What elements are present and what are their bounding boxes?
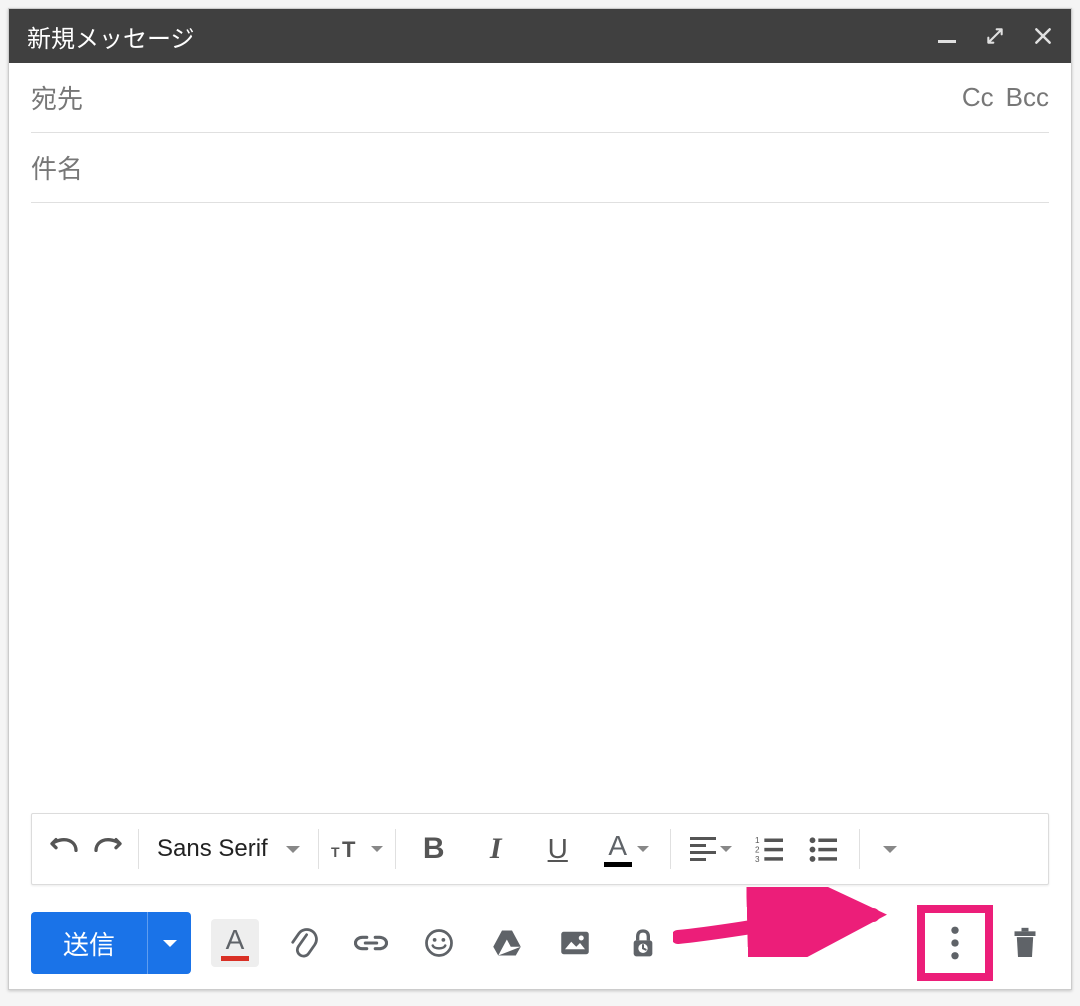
header-fields: 宛先 Cc Bcc 件名 <box>9 63 1071 203</box>
more-formatting-button[interactable] <box>868 827 912 871</box>
redo-button[interactable] <box>86 827 130 871</box>
attach-file-button[interactable] <box>279 919 327 967</box>
trash-icon <box>1011 927 1039 959</box>
confidential-mode-button[interactable] <box>619 919 667 967</box>
close-button[interactable] <box>1033 26 1053 46</box>
confidential-icon <box>627 927 659 959</box>
undo-icon <box>48 833 80 865</box>
numbered-list-button[interactable]: 123 <box>747 827 791 871</box>
bold-button[interactable]: B <box>412 827 456 871</box>
formatting-toggle-button[interactable]: A <box>211 919 259 967</box>
underline-button[interactable]: U <box>536 827 580 871</box>
cc-button[interactable]: Cc <box>962 82 994 113</box>
chevron-down-icon <box>883 846 897 853</box>
chevron-down-icon <box>720 846 732 852</box>
redo-icon <box>92 833 124 865</box>
align-left-icon <box>690 837 716 861</box>
bulleted-list-button[interactable] <box>801 827 845 871</box>
numbered-list-icon: 123 <box>754 835 784 863</box>
insert-drive-button[interactable] <box>483 919 531 967</box>
minimize-button[interactable] <box>937 26 957 46</box>
align-button[interactable] <box>685 827 737 871</box>
text-color-button[interactable]: A <box>598 827 654 871</box>
svg-text:T: T <box>342 837 356 862</box>
emoji-icon <box>424 928 454 958</box>
underline-icon: U <box>548 833 568 865</box>
undo-button[interactable] <box>42 827 86 871</box>
subject-label: 件名 <box>31 149 83 186</box>
chevron-down-icon <box>286 846 300 853</box>
to-label: 宛先 <box>31 79 83 116</box>
link-icon <box>354 933 388 953</box>
formatting-toolbar: Sans Serif TT B I U A <box>31 813 1049 885</box>
window-controls <box>937 26 1053 46</box>
minimize-icon <box>938 40 956 43</box>
send-options-button[interactable] <box>147 912 191 974</box>
svg-text:T: T <box>331 844 340 860</box>
font-family-select[interactable]: Sans Serif <box>147 835 310 863</box>
message-body[interactable] <box>9 203 1071 813</box>
bold-icon: B <box>423 832 445 866</box>
chevron-down-icon <box>163 940 177 947</box>
send-button[interactable]: 送信 <box>31 912 147 974</box>
font-family-label: Sans Serif <box>157 835 268 863</box>
paperclip-icon <box>288 926 318 960</box>
formatting-icon: A <box>220 926 250 961</box>
bulleted-list-icon <box>808 835 838 863</box>
to-field-row[interactable]: 宛先 Cc Bcc <box>31 63 1049 133</box>
window-title: 新規メッセージ <box>27 19 937 54</box>
insert-emoji-button[interactable] <box>415 919 463 967</box>
insert-link-button[interactable] <box>347 919 395 967</box>
google-drive-icon <box>492 929 522 957</box>
fullscreen-button[interactable] <box>985 26 1005 46</box>
svg-text:2: 2 <box>755 846 760 855</box>
insert-image-button[interactable] <box>551 919 599 967</box>
svg-text:1: 1 <box>755 836 760 845</box>
font-size-button[interactable]: TT <box>327 827 387 871</box>
italic-icon: I <box>490 832 502 866</box>
bottom-toolbar: 送信 A <box>9 897 1071 989</box>
chevron-down-icon <box>371 846 383 852</box>
text-color-icon: A <box>603 832 633 867</box>
subject-field-row[interactable]: 件名 <box>31 133 1049 203</box>
more-options-button[interactable] <box>925 913 985 973</box>
chevron-down-icon <box>637 846 649 852</box>
discard-draft-button[interactable] <box>1001 919 1049 967</box>
bcc-button[interactable]: Bcc <box>1006 82 1049 113</box>
italic-button[interactable]: I <box>474 827 518 871</box>
titlebar: 新規メッセージ <box>9 9 1071 63</box>
font-size-icon: TT <box>331 833 367 865</box>
more-vertical-icon <box>950 926 960 960</box>
fullscreen-icon <box>985 26 1005 46</box>
send-group: 送信 <box>31 912 191 974</box>
compose-window: 新規メッセージ 宛先 Cc Bcc 件名 <box>8 8 1072 990</box>
close-icon <box>1033 26 1053 46</box>
image-icon <box>560 929 590 957</box>
svg-text:3: 3 <box>755 855 760 863</box>
